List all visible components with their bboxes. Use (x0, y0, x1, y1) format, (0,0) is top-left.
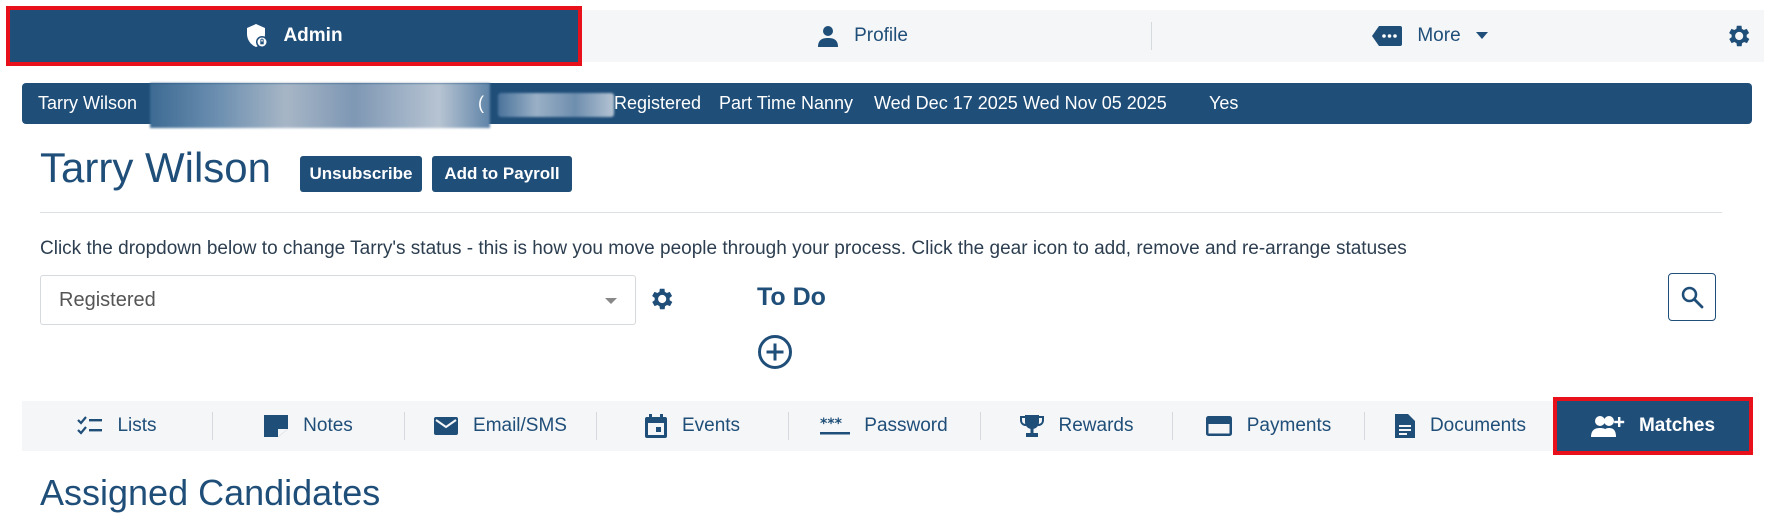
calendar-icon (644, 413, 668, 439)
tab-admin[interactable]: Admin (6, 6, 582, 66)
tab-lists-label: Lists (117, 415, 157, 436)
divider (40, 212, 1722, 213)
info-name: Tarry Wilson (38, 93, 138, 113)
svg-text:***: *** (820, 416, 843, 432)
tab-email-sms[interactable]: Email/SMS (405, 401, 595, 451)
tab-notes[interactable]: Notes (213, 401, 403, 451)
tab-matches[interactable]: Matches (1553, 397, 1753, 455)
search-icon (1680, 285, 1704, 309)
status-help-text: Click the dropdown below to change Tarry… (40, 238, 1407, 259)
tab-rewards-label: Rewards (1058, 415, 1134, 436)
top-navigation: Admin Profile More (6, 6, 1764, 66)
search-button[interactable] (1668, 273, 1716, 321)
unsubscribe-button[interactable]: Unsubscribe (300, 156, 422, 192)
document-icon (1394, 413, 1416, 439)
redacted-info-2 (498, 93, 614, 117)
person-icon (816, 24, 840, 48)
password-icon: *** (820, 416, 851, 436)
record-tabs: Lists Notes Email/SMS Events *** Passwor… (22, 397, 1753, 455)
shield-lock-icon (245, 23, 269, 49)
tab-more[interactable]: More (1146, 10, 1714, 62)
tab-profile-label: Profile (854, 25, 908, 46)
envelope-icon (433, 416, 459, 436)
tab-password-label: Password (864, 415, 948, 436)
todo-heading: To Do (757, 283, 826, 311)
tab-payments[interactable]: Payments (1173, 401, 1363, 451)
tab-documents[interactable]: Documents (1365, 401, 1555, 451)
tab-events-label: Events (681, 415, 741, 436)
tag-dots-icon (1371, 25, 1403, 47)
candidate-info-bar: Tarry Wilson ( Registered Part Time Nann… (22, 83, 1752, 128)
tab-email-sms-label: Email/SMS (473, 415, 567, 436)
status-dropdown[interactable]: Registered (40, 275, 636, 325)
chevron-down-icon (1475, 31, 1489, 41)
add-todo-icon[interactable] (757, 334, 793, 370)
info-flag: Yes (1209, 93, 1239, 113)
page-title: Tarry Wilson (40, 144, 272, 191)
note-icon (263, 414, 289, 438)
trophy-icon (1019, 413, 1045, 439)
tab-lists[interactable]: Lists (22, 401, 212, 451)
tab-password[interactable]: *** Password (789, 401, 979, 451)
section-title: Assigned Candidates (40, 472, 381, 513)
info-paren: ( (478, 93, 484, 113)
status-gear-icon[interactable] (647, 285, 675, 313)
tab-notes-label: Notes (303, 415, 353, 436)
tab-rewards[interactable]: Rewards (981, 401, 1171, 451)
tab-profile[interactable]: Profile (578, 10, 1146, 62)
settings-gear-icon[interactable] (1724, 22, 1752, 50)
dropdown-caret-icon (605, 298, 617, 304)
checklist-icon (77, 415, 103, 437)
tab-events[interactable]: Events (597, 401, 787, 451)
info-role: Part Time Nanny (719, 93, 854, 113)
tab-payments-label: Payments (1246, 415, 1332, 436)
add-user-icon (1590, 414, 1625, 438)
credit-card-icon (1205, 415, 1233, 437)
info-status: Registered (614, 93, 702, 113)
tab-matches-label: Matches (1638, 415, 1716, 436)
info-date-2: Wed Nov 05 2025 (1023, 93, 1167, 113)
tab-admin-label: Admin (283, 25, 343, 46)
redacted-info (150, 83, 490, 128)
status-dropdown-value: Registered (59, 288, 156, 311)
info-date-1: Wed Dec 17 2025 (874, 93, 1018, 113)
tab-more-label: More (1417, 25, 1461, 46)
add-to-payroll-button[interactable]: Add to Payroll (432, 156, 572, 192)
tab-documents-label: Documents (1429, 415, 1527, 436)
